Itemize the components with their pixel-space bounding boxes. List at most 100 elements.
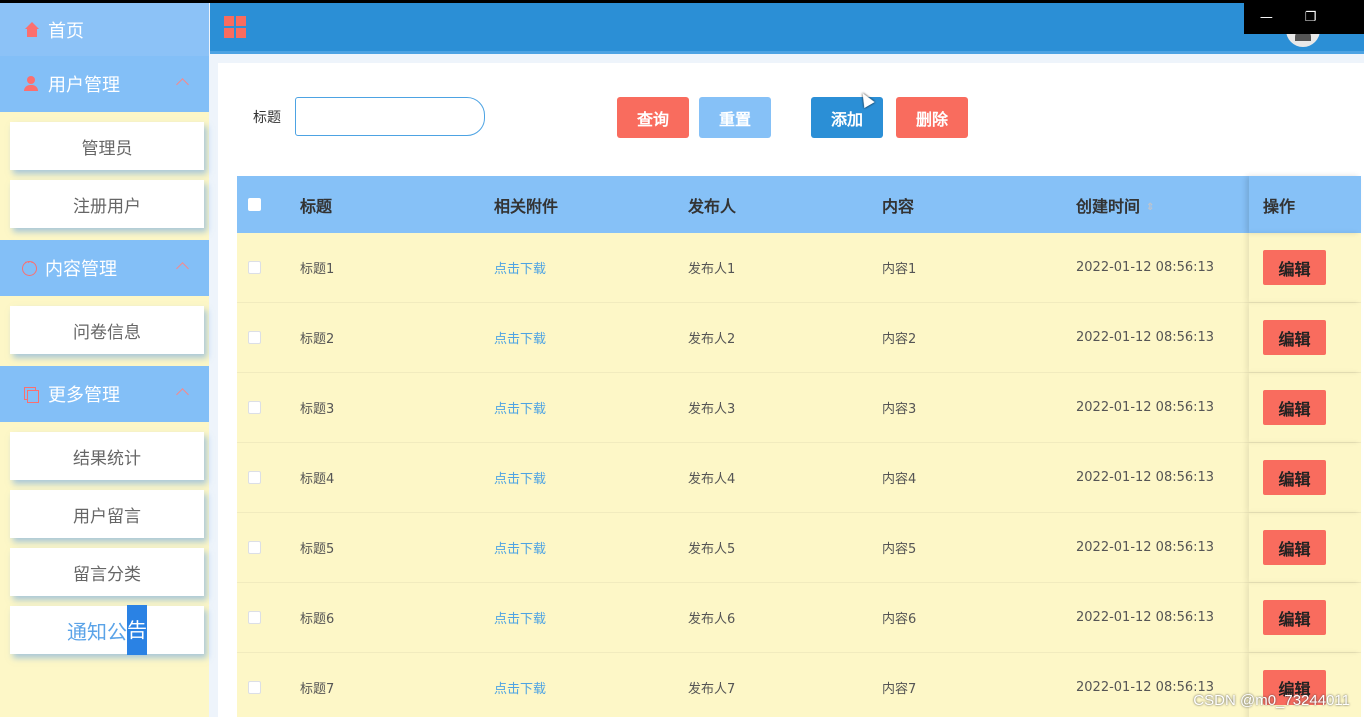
cell-title: 标题7 — [300, 682, 335, 697]
app-window: 首页 用户管理 管理员 注册用户 内容管理 问卷信息 更多管理 结果统计 用户留… — [0, 3, 1364, 717]
sidebar-item-result-stats[interactable]: 结果统计 — [10, 432, 204, 480]
grid-menu-icon[interactable] — [224, 16, 246, 38]
row-checkbox[interactable] — [248, 401, 261, 414]
download-link[interactable]: 点击下载 — [494, 542, 546, 557]
cell-content: 内容5 — [882, 542, 917, 557]
data-table: 标题 相关附件 发布人 内容 创建时间 ⇕ 操作 标题1 点击下载 发布人1 内容1 20… — [237, 176, 1361, 717]
column-header-content: 内容 — [882, 196, 915, 216]
cell-publisher: 发布人6 — [688, 612, 736, 627]
text-selection-highlight: 告 — [127, 605, 147, 655]
chevron-up-icon — [176, 388, 189, 401]
home-icon — [24, 21, 40, 38]
row-checkbox[interactable] — [248, 681, 261, 694]
cell-publisher: 发布人7 — [688, 682, 736, 697]
search-title-input[interactable] — [295, 97, 485, 136]
column-header-title: 标题 — [300, 196, 333, 216]
cell-publisher: 发布人4 — [688, 472, 736, 487]
column-header-actions: 操作 — [1249, 176, 1361, 233]
cell-created-time: 2022-01-12 08:56:13 — [1076, 260, 1215, 275]
table-row: 标题1 点击下载 发布人1 内容1 2022-01-12 08:56:13 编辑 — [237, 233, 1361, 303]
delete-button[interactable]: 删除 — [896, 97, 968, 138]
user-icon — [22, 75, 40, 93]
window-controls: — ❐ — [1244, 3, 1364, 34]
download-link[interactable]: 点击下载 — [494, 402, 546, 417]
sidebar: 首页 用户管理 管理员 注册用户 内容管理 问卷信息 更多管理 结果统计 用户留… — [0, 3, 209, 717]
cell-title: 标题1 — [300, 262, 335, 277]
download-link[interactable]: 点击下载 — [494, 332, 546, 347]
table-row: 标题4 点击下载 发布人4 内容4 2022-01-12 08:56:13 编辑 — [237, 443, 1361, 513]
submenu-content-management: 问卷信息 — [0, 296, 209, 366]
search-label: 标题 — [253, 110, 281, 126]
edit-button[interactable]: 编辑 — [1263, 460, 1326, 495]
cell-content: 内容4 — [882, 472, 917, 487]
edit-button[interactable]: 编辑 — [1263, 530, 1326, 565]
row-checkbox[interactable] — [248, 471, 261, 484]
select-all-checkbox[interactable] — [248, 198, 261, 211]
sidebar-item-notice-label: 通知公 — [67, 619, 127, 644]
edit-button[interactable]: 编辑 — [1263, 600, 1326, 635]
sidebar-group-content-management[interactable]: 内容管理 — [0, 240, 209, 296]
cell-title: 标题4 — [300, 472, 335, 487]
table-header: 标题 相关附件 发布人 内容 创建时间 ⇕ 操作 — [237, 176, 1361, 233]
sidebar-group-label: 内容管理 — [45, 259, 117, 280]
sidebar-item-admins[interactable]: 管理员 — [10, 122, 204, 170]
cell-created-time: 2022-01-12 08:56:13 — [1076, 610, 1215, 625]
cell-content: 内容7 — [882, 682, 917, 697]
cell-title: 标题3 — [300, 402, 335, 417]
sidebar-item-questionnaire[interactable]: 问卷信息 — [10, 306, 204, 354]
submenu-user-management: 管理员 注册用户 — [0, 112, 209, 240]
restore-icon[interactable]: ❐ — [1305, 10, 1317, 25]
column-header-label: 创建时间 — [1076, 196, 1141, 216]
cell-title: 标题5 — [300, 542, 335, 557]
edit-button[interactable]: 编辑 — [1263, 390, 1326, 425]
sidebar-item-notice[interactable]: 通知公告 — [10, 605, 204, 655]
cell-title: 标题6 — [300, 612, 335, 627]
table-row: 标题5 点击下载 发布人5 内容5 2022-01-12 08:56:13 编辑 — [237, 513, 1361, 583]
sidebar-item-message-categories[interactable]: 留言分类 — [10, 548, 204, 596]
download-link[interactable]: 点击下载 — [494, 262, 546, 277]
watermark: CSDN @m0_73244011 — [1193, 692, 1350, 709]
column-header-publisher: 发布人 — [688, 196, 737, 216]
sidebar-group-label: 用户管理 — [48, 75, 120, 96]
cell-created-time: 2022-01-12 08:56:13 — [1076, 400, 1215, 415]
table-row: 标题3 点击下载 发布人3 内容3 2022-01-12 08:56:13 编辑 — [237, 373, 1361, 443]
cell-created-time: 2022-01-12 08:56:13 — [1076, 470, 1215, 485]
column-header-created-time[interactable]: 创建时间 ⇕ — [1076, 193, 1249, 217]
download-link[interactable]: 点击下载 — [494, 682, 546, 697]
submenu-more-management: 结果统计 用户留言 留言分类 通知公告 — [0, 422, 209, 666]
minimize-icon[interactable]: — — [1260, 10, 1273, 25]
row-checkbox[interactable] — [248, 331, 261, 344]
cell-publisher: 发布人2 — [688, 332, 736, 347]
sidebar-item-label: 首页 — [48, 20, 84, 42]
main-panel: 标题 查询 重置 添加 删除 标题 相关附件 发布人 内容 创建时间 ⇕ 操作 标… — [218, 63, 1364, 717]
cell-content: 内容6 — [882, 612, 917, 627]
column-header-attachment: 相关附件 — [494, 196, 559, 216]
cell-title: 标题2 — [300, 332, 335, 347]
row-checkbox[interactable] — [248, 261, 261, 274]
sidebar-item-registered-users[interactable]: 注册用户 — [10, 180, 204, 228]
cell-content: 内容2 — [882, 332, 917, 347]
chat-icon — [22, 258, 37, 276]
table-row: 标题2 点击下载 发布人2 内容2 2022-01-12 08:56:13 编辑 — [237, 303, 1361, 373]
cell-content: 内容1 — [882, 262, 917, 277]
cell-publisher: 发布人5 — [688, 542, 736, 557]
download-link[interactable]: 点击下载 — [494, 612, 546, 627]
row-checkbox[interactable] — [248, 541, 261, 554]
chevron-up-icon — [176, 78, 189, 91]
sidebar-group-user-management[interactable]: 用户管理 — [0, 56, 209, 112]
copy-icon — [22, 385, 40, 403]
table-body: 标题1 点击下载 发布人1 内容1 2022-01-12 08:56:13 编辑 标题2 点击… — [237, 233, 1361, 717]
sidebar-item-user-messages[interactable]: 用户留言 — [10, 490, 204, 538]
reset-button[interactable]: 重置 — [699, 97, 771, 138]
cell-created-time: 2022-01-12 08:56:13 — [1076, 330, 1215, 345]
sidebar-group-more-management[interactable]: 更多管理 — [0, 366, 209, 422]
row-checkbox[interactable] — [248, 611, 261, 624]
sort-icon[interactable]: ⇕ — [1146, 202, 1154, 213]
sidebar-group-label: 更多管理 — [48, 385, 120, 406]
edit-button[interactable]: 编辑 — [1263, 320, 1326, 355]
sidebar-item-home[interactable]: 首页 — [0, 3, 209, 56]
edit-button[interactable]: 编辑 — [1263, 250, 1326, 285]
query-button[interactable]: 查询 — [617, 97, 689, 138]
download-link[interactable]: 点击下载 — [494, 472, 546, 487]
cell-created-time: 2022-01-12 08:56:13 — [1076, 540, 1215, 555]
